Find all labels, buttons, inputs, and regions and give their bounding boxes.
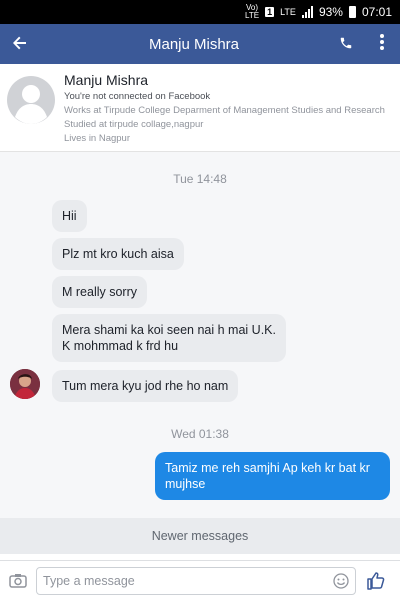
phone-icon[interactable] xyxy=(328,34,364,55)
more-vert-icon[interactable] xyxy=(364,33,400,55)
message-input[interactable] xyxy=(37,568,327,594)
message-input-wrapper xyxy=(36,567,356,595)
message-incoming[interactable]: Mera shami ka koi seen nai h mai U.K. K … xyxy=(52,314,286,362)
message-incoming[interactable]: Hii xyxy=(52,200,87,232)
back-arrow-icon[interactable] xyxy=(0,34,40,55)
camera-icon[interactable] xyxy=(8,571,28,591)
emoji-icon[interactable] xyxy=(333,573,349,589)
newer-messages-button[interactable]: Newer messages xyxy=(0,518,400,554)
message-incoming[interactable]: M really sorry xyxy=(52,276,148,308)
app-bar: Manju Mishra xyxy=(0,24,400,64)
profile-avatar[interactable] xyxy=(6,70,56,140)
sender-avatar[interactable] xyxy=(10,369,40,399)
profile-study: Studied at tirpude collage,nagpur xyxy=(64,119,204,130)
profile-location: Lives in Nagpur xyxy=(64,133,131,144)
status-bar: Vo) LTE 1 LTE 93% 07:01 xyxy=(0,0,400,24)
timestamp-separator: Wed 01:38 xyxy=(171,427,229,441)
like-icon[interactable] xyxy=(366,571,386,591)
sim-indicator: 1 xyxy=(265,7,275,17)
volte-indicator: Vo) LTE xyxy=(245,4,259,20)
clock: 07:01 xyxy=(361,5,392,19)
volte-bottom: LTE xyxy=(245,11,260,20)
lte-indicator: LTE xyxy=(280,7,296,17)
message-composer xyxy=(0,560,400,600)
profile-name[interactable]: Manju Mishra xyxy=(64,72,148,88)
timestamp-separator: Tue 14:48 xyxy=(173,172,227,186)
conversation-thread[interactable]: Tue 14:48 Hii Plz mt kro kuch aisa M rea… xyxy=(0,152,400,518)
profile-header: Manju Mishra You're not connected on Fac… xyxy=(0,64,400,152)
battery-percent: 93% xyxy=(318,5,343,19)
message-outgoing[interactable]: Tamiz me reh samjhi Ap keh kr bat kr muj… xyxy=(155,452,390,500)
conversation-title: Manju Mishra xyxy=(148,35,240,53)
signal-icon xyxy=(301,6,313,18)
battery-icon xyxy=(348,6,356,18)
message-incoming[interactable]: Tum mera kyu jod rhe ho nam xyxy=(52,370,239,402)
message-incoming[interactable]: Plz mt kro kuch aisa xyxy=(52,238,184,270)
connection-status: You're not connected on Facebook xyxy=(64,91,211,102)
profile-work: Works at Tirpude College Deparment of Ma… xyxy=(64,105,385,116)
